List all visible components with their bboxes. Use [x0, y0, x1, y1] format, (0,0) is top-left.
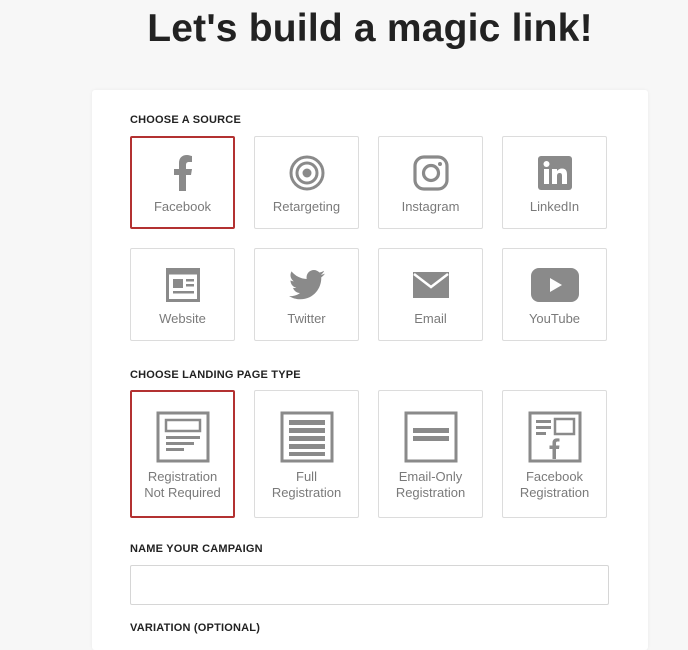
registration-not-required-icon: [132, 409, 233, 465]
landing-label: Registration Not Required: [132, 469, 233, 501]
source-twitter[interactable]: Twitter: [254, 248, 359, 341]
landing-label-line2: Registration: [395, 485, 466, 500]
landing-label: Full Registration: [255, 469, 358, 501]
source-label: Email: [414, 311, 447, 326]
landing-label-line2: Not Required: [144, 485, 221, 500]
twitter-icon: [255, 265, 358, 305]
source-label: Website: [159, 311, 206, 326]
landing-label-line2: Registration: [519, 485, 590, 500]
landing-label-line1: Facebook: [525, 469, 584, 484]
facebook-registration-icon: [503, 409, 606, 465]
landing-label: Email-Only Registration: [379, 469, 482, 501]
source-label: Retargeting: [272, 199, 341, 214]
landing-label: Facebook Registration: [503, 469, 606, 501]
landing-label-line2: Registration: [271, 485, 342, 500]
linkedin-icon: [503, 153, 606, 193]
full-registration-icon: [255, 409, 358, 465]
source-retargeting[interactable]: Retargeting: [254, 136, 359, 229]
choose-source-label: CHOOSE A SOURCE: [130, 114, 241, 126]
page-title: Let's build a magic link!: [147, 7, 593, 50]
choose-landing-label: CHOOSE LANDING PAGE TYPE: [130, 369, 301, 381]
instagram-icon: [379, 153, 482, 193]
magic-link-form: CHOOSE A SOURCE Facebook Retargeting Ins…: [92, 90, 648, 650]
source-label: Facebook: [153, 199, 212, 214]
landing-label-line1: Full: [296, 469, 317, 484]
landing-registration-not-required[interactable]: Registration Not Required: [130, 390, 235, 518]
website-icon: [131, 265, 234, 305]
landing-facebook-registration[interactable]: Facebook Registration: [502, 390, 607, 518]
landing-full-registration[interactable]: Full Registration: [254, 390, 359, 518]
email-only-registration-icon: [379, 409, 482, 465]
source-email[interactable]: Email: [378, 248, 483, 341]
landing-label-line1: Email-Only: [398, 469, 463, 484]
target-icon: [255, 153, 358, 193]
campaign-name-label: NAME YOUR CAMPAIGN: [130, 543, 263, 555]
source-website[interactable]: Website: [130, 248, 235, 341]
source-youtube[interactable]: YouTube: [502, 248, 607, 341]
campaign-name-input[interactable]: [130, 565, 609, 605]
source-label: LinkedIn: [529, 199, 580, 214]
variation-label: VARIATION (OPTIONAL): [130, 622, 261, 634]
landing-label-line1: Registration: [147, 469, 218, 484]
source-instagram[interactable]: Instagram: [378, 136, 483, 229]
facebook-icon: [132, 153, 233, 193]
source-label: Instagram: [401, 199, 460, 214]
source-label: Twitter: [287, 311, 326, 326]
email-icon: [379, 265, 482, 305]
source-facebook[interactable]: Facebook: [130, 136, 235, 229]
landing-email-only-registration[interactable]: Email-Only Registration: [378, 390, 483, 518]
youtube-icon: [503, 265, 606, 305]
source-linkedin[interactable]: LinkedIn: [502, 136, 607, 229]
source-label: YouTube: [528, 311, 581, 326]
